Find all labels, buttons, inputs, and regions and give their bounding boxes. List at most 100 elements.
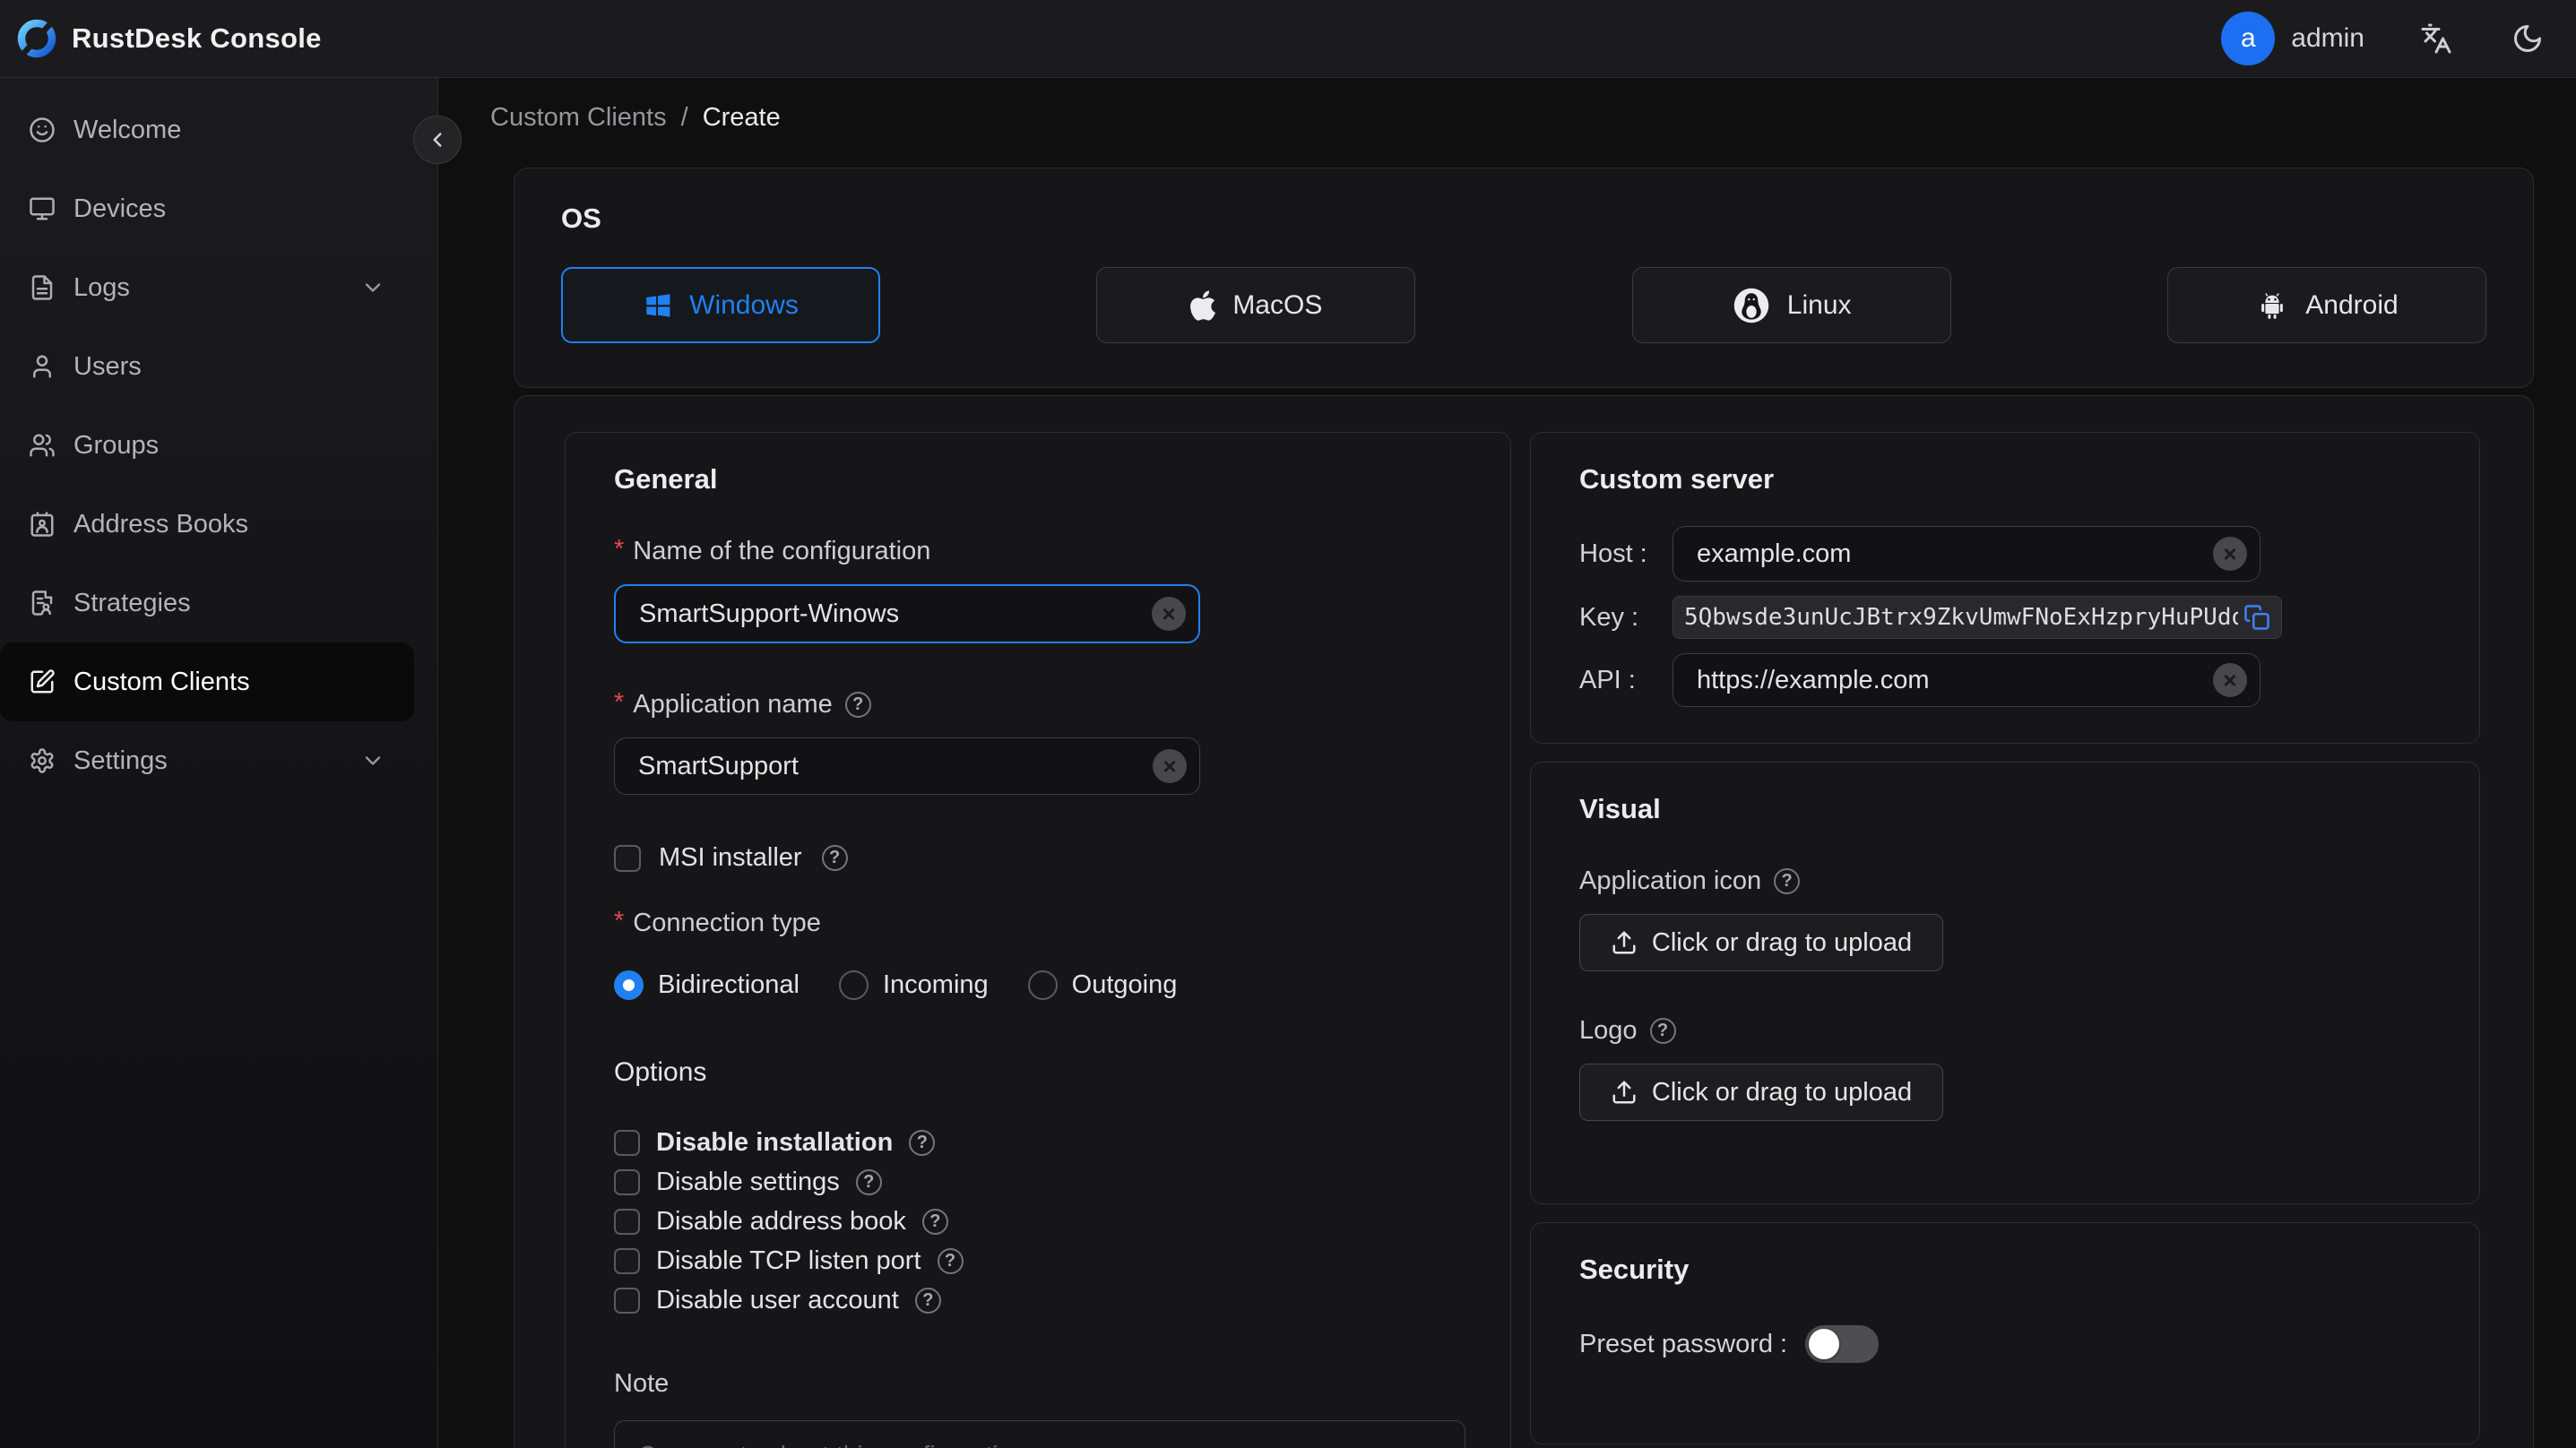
radio-outgoing[interactable]: Outgoing (1027, 970, 1178, 1000)
os-option-label: Android (2305, 289, 2399, 320)
custom-server-title: Custom server (1579, 463, 1775, 495)
right-column: Custom server Host : × Key : 5Qbwsde3unU… (1530, 432, 2480, 1444)
api-label: API : (1579, 665, 1636, 694)
avatar[interactable]: a (2221, 12, 2276, 65)
option-label: Disable address book (656, 1206, 906, 1236)
sidebar-item-custom-clients[interactable]: Custom Clients (0, 642, 414, 721)
general-section-title: General (614, 463, 718, 495)
radio-label: Outgoing (1071, 970, 1178, 999)
chevron-down-icon (360, 275, 385, 300)
main-content: Custom Clients / Create OS Windows MacOS… (438, 78, 2576, 1448)
sidebar-item-label: Welcome (73, 115, 182, 144)
sidebar-collapse-button[interactable] (413, 116, 462, 164)
note-label: Note (614, 1369, 1462, 1399)
sidebar-item-label: Custom Clients (73, 667, 250, 696)
preset-password-row: Preset password : (1579, 1325, 2431, 1363)
users-group-icon (29, 432, 57, 459)
sidebar-item-welcome[interactable]: Welcome (0, 90, 437, 169)
dark-mode-moon-icon[interactable] (2511, 22, 2544, 55)
visual-title: Visual (1579, 793, 1661, 824)
file-text-icon (29, 274, 57, 301)
sidebar: Welcome Devices Logs Users Groups Addres… (0, 78, 438, 1448)
note-label-text: Note (614, 1369, 670, 1398)
sidebar-item-label: Settings (73, 746, 168, 775)
os-option-linux[interactable]: Linux (1631, 267, 1951, 343)
sidebar-item-devices[interactable]: Devices (0, 169, 437, 248)
disable-settings-checkbox[interactable] (614, 1168, 640, 1195)
sidebar-item-groups[interactable]: Groups (0, 406, 437, 485)
upload-button-label: Click or drag to upload (1651, 1077, 1913, 1107)
clear-host-icon[interactable]: × (2213, 537, 2247, 571)
help-icon[interactable]: ? (855, 1168, 882, 1195)
option-disable-tcp-listen-port: Disable TCP listen port ? (614, 1246, 1462, 1275)
upload-icon (1611, 1079, 1638, 1106)
radio-label: Incoming (882, 970, 989, 999)
host-label: Host : (1579, 539, 1647, 568)
help-icon[interactable]: ? (1774, 868, 1801, 894)
topbar-right: a admin (2221, 12, 2553, 65)
toggle-knob (1809, 1329, 1840, 1359)
key-field: 5Qbwsde3unUcJBtrx9ZkvUmwFNoExHzpryHuPUdq… (1673, 596, 2282, 639)
options-list: Disable installation ? Disable settings … (614, 1128, 1462, 1314)
disable-user-account-checkbox[interactable] (614, 1287, 640, 1314)
help-icon[interactable]: ? (1649, 1018, 1676, 1044)
help-icon[interactable]: ? (821, 845, 848, 871)
help-icon[interactable]: ? (937, 1247, 964, 1274)
clear-api-icon[interactable]: × (2213, 663, 2247, 697)
sidebar-item-label: Strategies (73, 588, 191, 617)
application-icon-label-text: Application icon (1579, 866, 1762, 895)
windows-logo-icon (643, 290, 673, 321)
apple-logo-icon (1189, 289, 1216, 323)
sidebar-item-address-books[interactable]: Address Books (0, 485, 437, 564)
logo-upload-button[interactable]: Click or drag to upload (1579, 1064, 1943, 1121)
os-option-label: MacOS (1232, 289, 1323, 320)
msi-installer-row: MSI installer ? (614, 843, 1462, 873)
logo-label-text: Logo (1579, 1016, 1638, 1045)
host-input[interactable] (1697, 539, 2206, 569)
application-icon-upload-button[interactable]: Click or drag to upload (1579, 914, 1943, 971)
clear-app-name-icon[interactable]: × (1153, 749, 1187, 783)
sidebar-item-strategies[interactable]: Strategies (0, 564, 437, 642)
note-textarea[interactable] (614, 1420, 1465, 1448)
sidebar-item-settings[interactable]: Settings (0, 721, 437, 800)
visual-section: Visual Application icon ? Click or drag … (1530, 762, 2480, 1204)
key-row: Key : 5Qbwsde3unUcJBtrx9ZkvUmwFNoExHzpry… (1579, 596, 2431, 639)
config-name-input[interactable] (639, 599, 1145, 629)
os-option-windows[interactable]: Windows (561, 267, 880, 343)
help-icon[interactable]: ? (914, 1287, 941, 1314)
sidebar-item-users[interactable]: Users (0, 327, 437, 406)
sidebar-item-logs[interactable]: Logs (0, 248, 437, 327)
api-input-wrap: × (1673, 653, 2260, 707)
os-option-macos[interactable]: MacOS (1096, 267, 1416, 343)
msi-installer-label: MSI installer (659, 843, 802, 872)
custom-server-section: Custom server Host : × Key : 5Qbwsde3unU… (1530, 432, 2480, 744)
radio-label: Bidirectional (658, 970, 800, 999)
sidebar-item-label: Groups (73, 430, 160, 460)
radio-incoming[interactable]: Incoming (838, 970, 989, 1000)
avatar-letter: a (2240, 23, 2256, 53)
app-title: RustDesk Console (72, 22, 322, 54)
sidebar-item-label: Logs (73, 272, 130, 302)
msi-installer-checkbox[interactable] (614, 844, 641, 872)
disable-tcp-listen-port-checkbox[interactable] (614, 1247, 640, 1274)
radio-bidirectional[interactable]: Bidirectional (614, 970, 800, 1000)
breadcrumb-parent-link[interactable]: Custom Clients (490, 103, 667, 133)
help-icon[interactable]: ? (921, 1208, 948, 1235)
connection-type-label: * Connection type (614, 907, 1462, 938)
clear-config-name-icon[interactable]: × (1152, 597, 1186, 631)
app-name-input[interactable] (638, 751, 1145, 781)
language-icon[interactable] (2420, 22, 2452, 55)
smiley-icon (29, 116, 57, 143)
disable-installation-checkbox[interactable] (614, 1129, 640, 1156)
api-input[interactable] (1697, 665, 2206, 695)
help-icon[interactable]: ? (844, 692, 871, 718)
os-option-android[interactable]: Android (2166, 267, 2486, 343)
general-section: General * Name of the configuration × * … (565, 432, 1511, 1448)
radio-circle (1027, 970, 1058, 1000)
config-name-label-text: Name of the configuration (633, 537, 931, 565)
help-icon[interactable]: ? (909, 1129, 936, 1156)
preset-password-toggle[interactable] (1805, 1325, 1880, 1363)
option-disable-address-book: Disable address book ? (614, 1206, 1462, 1236)
copy-key-icon[interactable] (2243, 604, 2270, 631)
disable-address-book-checkbox[interactable] (614, 1208, 640, 1235)
